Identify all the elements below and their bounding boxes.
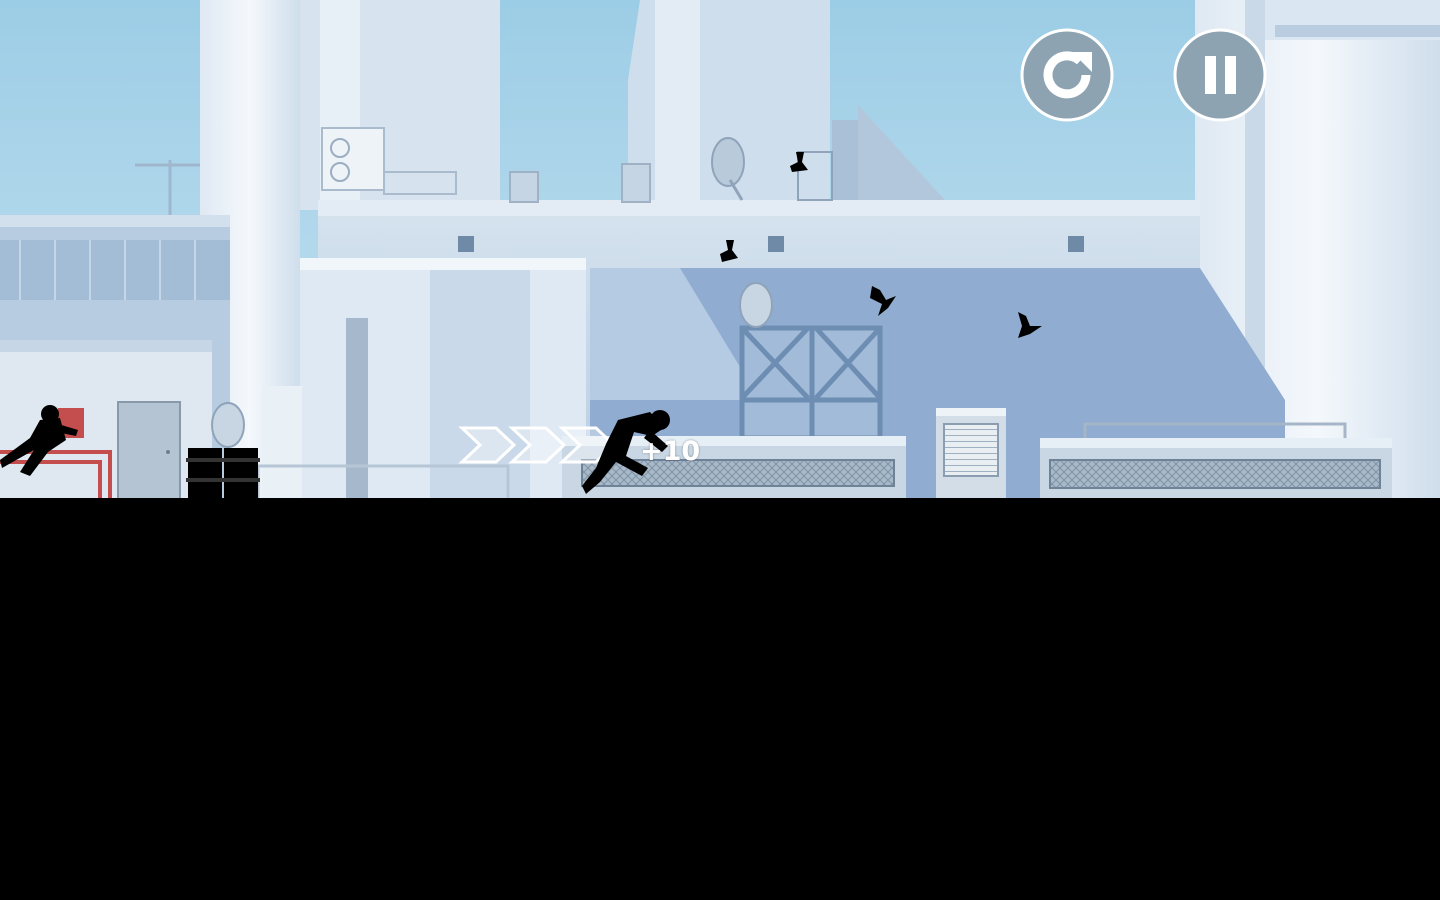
rooftop-ground bbox=[0, 498, 1440, 900]
restart-icon bbox=[1020, 28, 1114, 122]
restart-button[interactable] bbox=[1020, 28, 1114, 122]
game-scene bbox=[0, 0, 1440, 900]
speed-chevrons bbox=[458, 426, 617, 464]
satellite-dish bbox=[211, 402, 245, 448]
pause-button[interactable] bbox=[1173, 28, 1267, 122]
white-block bbox=[262, 258, 586, 500]
pause-icon bbox=[1173, 28, 1267, 122]
